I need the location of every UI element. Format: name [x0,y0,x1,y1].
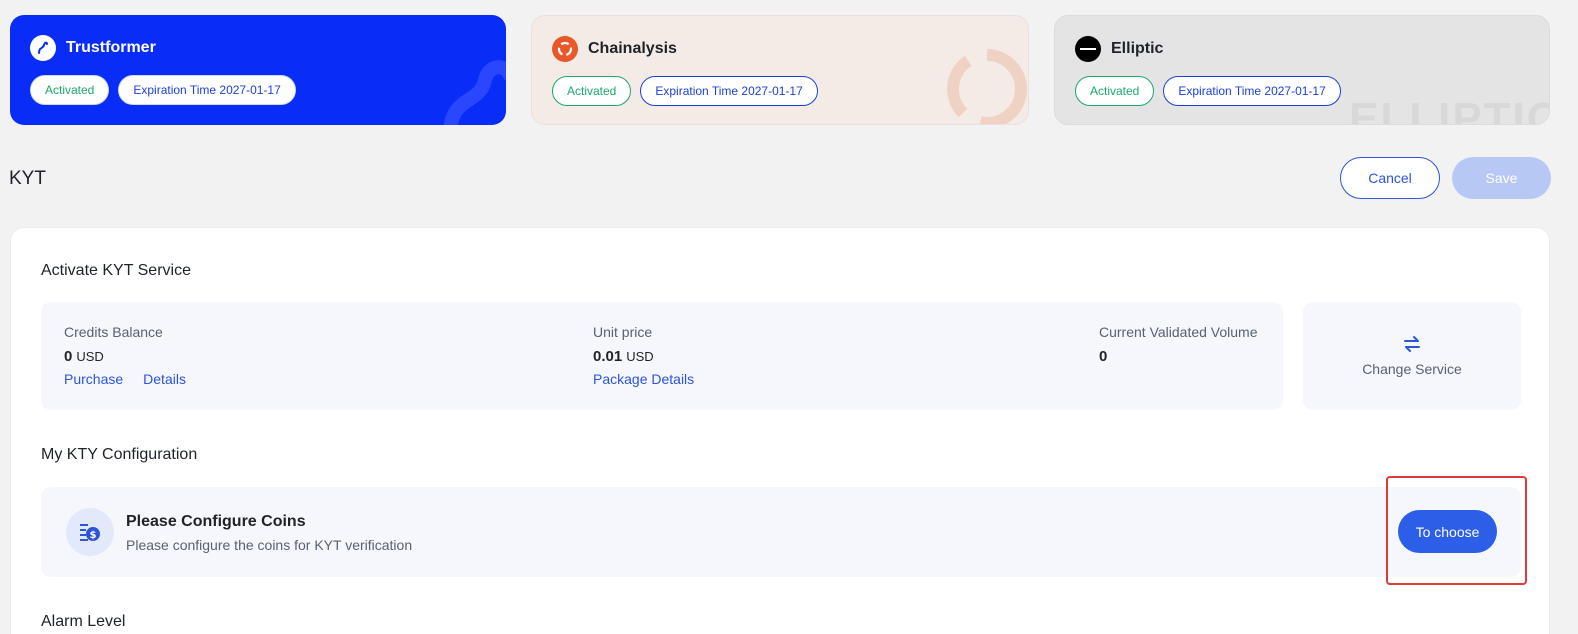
page-title: KYT [9,168,46,189]
elliptic-watermark: ELLIPTIC [1349,94,1550,125]
elliptic-logo-icon [1075,36,1101,62]
credits-balance-label: Credits Balance [64,324,163,340]
expiration-badge: Expiration Time 2027-01-17 [640,76,818,106]
expiration-badge: Expiration Time 2027-01-17 [118,75,296,105]
save-button[interactable]: Save [1452,157,1551,199]
change-service-label: Change Service [1362,361,1462,377]
activated-badge: Activated [30,75,110,105]
provider-card-chainalysis[interactable]: Chainalysis Activated Expiration Time 20… [531,15,1029,125]
expiration-badge: Expiration Time 2027-01-17 [1163,76,1341,106]
provider-name: Elliptic [1111,40,1164,57]
change-service-button[interactable]: Change Service [1303,302,1521,410]
cancel-button[interactable]: Cancel [1340,157,1440,199]
validated-volume-value: 0 [1099,348,1108,365]
validated-volume-stat: Current Validated Volume 0 [1099,324,1258,365]
configuration-section-title: My KTY Configuration [41,446,198,463]
credits-balance-value: 0 USD [64,348,104,365]
alarm-level-title: Alarm Level [41,613,126,630]
package-details-link[interactable]: Package Details [593,371,694,387]
unit-price-label: Unit price [593,324,653,340]
configure-coins-description: Please configure the coins for KYT verif… [126,537,413,553]
validated-volume-label: Current Validated Volume [1099,324,1258,340]
activate-section-title: Activate KYT Service [41,262,191,279]
chainalysis-logo-icon [552,36,578,62]
purchase-link[interactable]: Purchase [64,371,123,387]
swap-arrows-icon [1404,336,1420,352]
credits-balance-stat: Credits Balance 0 USD Purchase Details [64,324,186,387]
svg-text:$: $ [90,530,97,541]
activated-badge: Activated [552,76,632,106]
unit-price-stat: Unit price 0.01 USD Package Details [593,324,694,387]
activated-badge: Activated [1075,76,1155,106]
provider-card-trustformer[interactable]: Trustformer Activated Expiration Time 20… [10,15,506,125]
configure-coins-title: Please Configure Coins [126,513,306,530]
provider-card-elliptic[interactable]: ELLIPTIC Elliptic Activated Expiration T… [1054,15,1550,125]
kyt-panel: Activate KYT Service Credits Balance 0 US… [10,227,1550,634]
details-link[interactable]: Details [143,371,186,387]
coins-icon: $ [66,508,114,556]
credits-stats-box: Credits Balance 0 USD Purchase Details Un… [41,302,1283,410]
to-choose-button[interactable]: To choose [1398,510,1497,553]
provider-name: Chainalysis [588,40,677,57]
unit-price-value: 0.01 USD [593,348,654,365]
trustformer-watermark-icon [443,60,506,125]
trustformer-logo-icon [30,35,56,61]
configure-coins-card: $ Please Configure Coins Please configur… [41,487,1521,577]
provider-name: Trustformer [66,39,156,56]
chainalysis-watermark-icon [947,49,1027,124]
